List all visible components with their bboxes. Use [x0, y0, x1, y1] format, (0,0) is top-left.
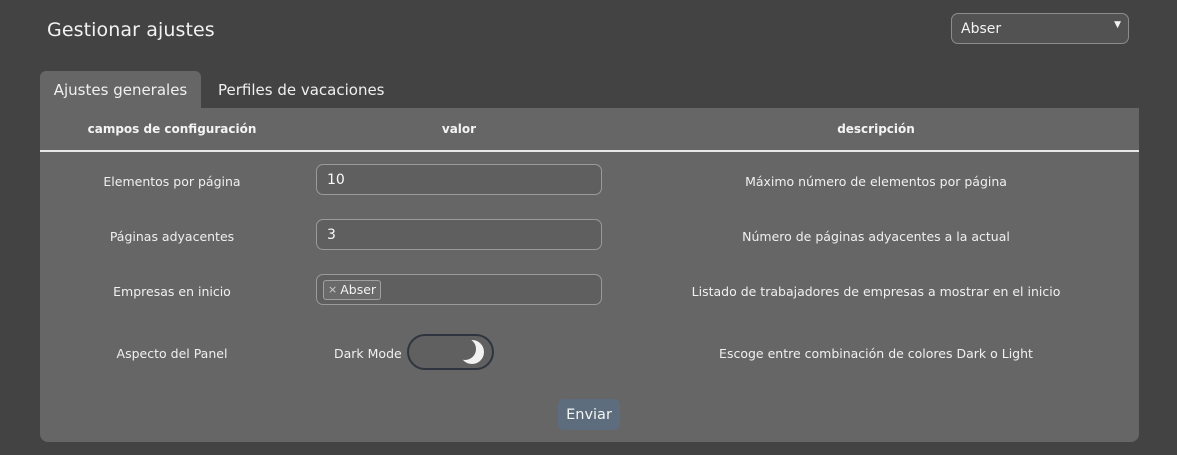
- row-description-panel-appearance: Escoge entre combinación de colores Dark…: [719, 346, 1033, 361]
- company-chip: × Abser: [323, 279, 382, 300]
- row-description-adjacent-pages: Número de páginas adyacentes a la actual: [742, 229, 1010, 244]
- settings-panel: campos de configuración valor descripció…: [40, 108, 1139, 442]
- row-description-items-per-page: Máximo número de elementos por página: [745, 174, 1007, 189]
- column-header-description: descripción: [837, 122, 915, 136]
- page-title: Gestionar ajustes: [47, 19, 215, 41]
- row-label-home-companies: Empresas en inicio: [113, 284, 231, 299]
- company-select[interactable]: Abser ▼: [951, 13, 1129, 44]
- tab-general-settings[interactable]: Ajustes generales: [40, 71, 201, 108]
- column-header-value: valor: [441, 122, 477, 136]
- row-label-panel-appearance: Aspecto del Panel: [116, 346, 228, 361]
- company-chip-label: Abser: [340, 282, 377, 297]
- column-header-fields: campos de configuración: [87, 122, 257, 136]
- dark-mode-toggle[interactable]: [407, 334, 494, 370]
- row-label-adjacent-pages: Páginas adyacentes: [109, 229, 235, 244]
- items-per-page-input[interactable]: 10: [316, 164, 602, 195]
- row-description-home-companies: Listado de trabajadores de empresas a mo…: [691, 284, 1061, 299]
- tab-vacation-profiles[interactable]: Perfiles de vacaciones: [218, 71, 385, 108]
- close-icon[interactable]: ×: [328, 283, 337, 296]
- dark-mode-label: Dark Mode: [334, 346, 402, 361]
- submit-button[interactable]: Enviar: [558, 399, 620, 430]
- company-select-value: Abser: [961, 20, 1002, 37]
- header-divider: [40, 150, 1139, 152]
- row-label-items-per-page: Elementos por página: [103, 174, 241, 189]
- adjacent-pages-input[interactable]: 3: [316, 219, 602, 250]
- home-companies-multiselect[interactable]: × Abser: [316, 274, 602, 305]
- caret-down-icon: ▼: [1114, 20, 1121, 30]
- moon-icon: [458, 338, 484, 364]
